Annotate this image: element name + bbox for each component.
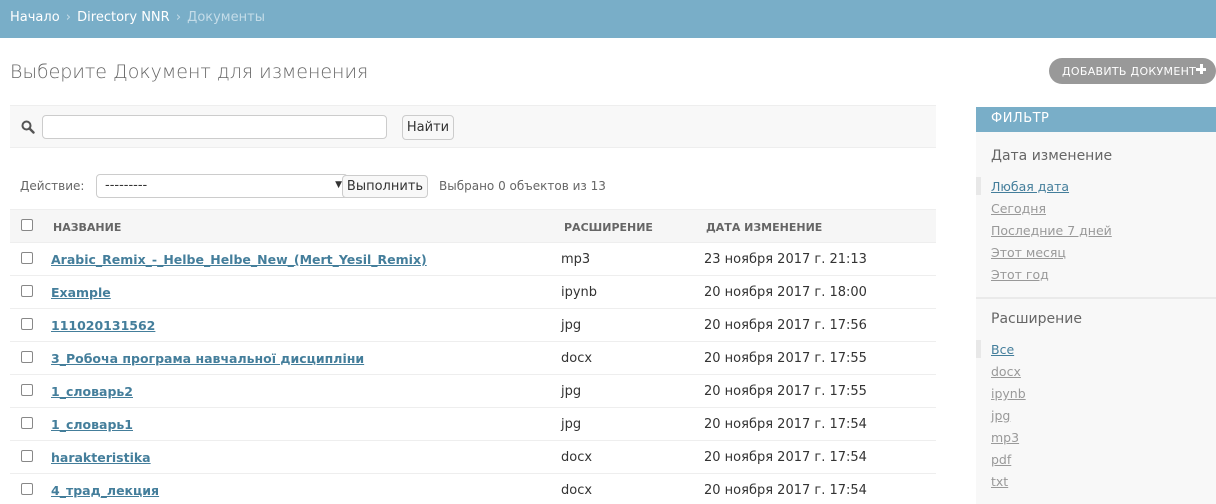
table-row: Example ipynb 20 ноября 2017 г. 18:00 [10, 276, 936, 309]
filter-ext-option[interactable]: jpg [991, 408, 1010, 423]
document-name-link[interactable]: 1_словарь2 [51, 384, 133, 399]
selection-counter: Выбрано 0 объектов из 13 [439, 179, 606, 193]
document-extension: docx [561, 351, 593, 366]
action-label: Действие: [20, 179, 85, 193]
breadcrumb-home-link[interactable]: Начало [10, 10, 60, 25]
document-name-link[interactable]: 3_Робоча програма навчальної дисципліни [51, 351, 364, 366]
filter-date-option[interactable]: Этот год [991, 267, 1049, 282]
document-name-link[interactable]: 111020131562 [51, 318, 155, 333]
run-action-button[interactable]: Выполнить [342, 175, 428, 198]
filter-ext-option[interactable]: ipynb [991, 386, 1026, 401]
search-icon [21, 120, 35, 134]
document-modified-date: 20 ноября 2017 г. 17:54 [704, 450, 867, 465]
table-row: 3_Робоча програма навчальної дисципліни d… [10, 342, 936, 375]
document-extension: mp3 [561, 252, 591, 267]
table-row: harakteristika docx 20 ноября 2017 г. 17:5… [10, 441, 936, 474]
filter-date-option[interactable]: Этот месяц [991, 245, 1066, 260]
table-row: Arabic_Remix_-_Helbe_Helbe_New_(Mert_Yes… [10, 243, 936, 276]
document-name-link[interactable]: 1_словарь1 [51, 417, 133, 432]
document-name-link[interactable]: harakteristika [51, 450, 151, 465]
column-header-name[interactable]: НАЗВАНИЕ [53, 221, 121, 234]
breadcrumb: Начало › Directory NNR › Документы [0, 0, 1216, 38]
document-modified-date: 20 ноября 2017 г. 17:54 [704, 417, 867, 432]
document-modified-date: 20 ноября 2017 г. 17:55 [704, 351, 867, 366]
row-checkbox[interactable] [21, 417, 33, 429]
filter-ext-option[interactable]: Все [991, 342, 1014, 357]
row-checkbox[interactable] [21, 384, 33, 396]
breadcrumb-separator: › [65, 10, 71, 25]
filter-title: ФИЛЬТР [976, 107, 1216, 132]
breadcrumb-current: Документы [187, 10, 265, 25]
document-modified-date: 23 ноября 2017 г. 21:13 [704, 252, 867, 267]
filter-divider [976, 297, 1216, 299]
select-all-checkbox[interactable] [21, 219, 33, 231]
row-checkbox[interactable] [21, 450, 33, 462]
filter-ext-option[interactable]: txt [991, 474, 1008, 489]
filter-selected-marker [976, 340, 981, 358]
filter-date-option[interactable]: Любая дата [991, 179, 1069, 194]
document-name-link[interactable]: Arabic_Remix_-_Helbe_Helbe_New_(Mert_Yes… [51, 252, 427, 267]
document-name-link[interactable]: 4_трад_лекция [51, 483, 159, 498]
filter-date-option[interactable]: Сегодня [991, 201, 1046, 216]
filter-selected-marker [976, 177, 981, 195]
action-select[interactable]: --------- ▼ [96, 174, 348, 198]
filter-date-title: Дата изменение [991, 148, 1113, 164]
breadcrumb-separator: › [175, 10, 182, 25]
search-button[interactable]: Найти [402, 115, 454, 140]
table-row: 1_словарь1 jpg 20 ноября 2017 г. 17:54 [10, 408, 936, 441]
document-modified-date: 20 ноября 2017 г. 17:54 [704, 483, 867, 498]
document-extension: ipynb [561, 285, 598, 300]
action-select-value: --------- [105, 178, 148, 193]
row-checkbox[interactable] [21, 351, 33, 363]
filter-ext-option[interactable]: docx [991, 364, 1021, 379]
filter-ext-option[interactable]: mp3 [991, 430, 1019, 445]
document-extension: jpg [561, 417, 582, 432]
results-table: НАЗВАНИЕ РАСШИРЕНИЕ ДАТА ИЗМЕНЕНИЕ Arabi… [10, 209, 936, 504]
document-name-link[interactable]: Example [51, 285, 111, 300]
add-document-button[interactable]: ДОБАВИТЬ ДОКУМЕНТ [1049, 58, 1216, 84]
column-header-ext[interactable]: РАСШИРЕНИЕ [564, 221, 653, 234]
search-input[interactable] [42, 115, 387, 139]
row-checkbox[interactable] [21, 318, 33, 330]
table-row: 4_трад_лекция docx 20 ноября 2017 г. 17:54 [10, 474, 936, 504]
actions-bar: Действие: --------- ▼ Выполнить Выбрано … [10, 164, 936, 208]
table-row: 1_словарь2 jpg 20 ноября 2017 г. 17:55 [10, 375, 936, 408]
document-modified-date: 20 ноября 2017 г. 18:00 [704, 285, 867, 300]
document-extension: docx [561, 450, 593, 465]
document-extension: jpg [561, 318, 582, 333]
row-checkbox[interactable] [21, 285, 33, 297]
document-modified-date: 20 ноября 2017 г. 17:55 [704, 384, 867, 399]
filter-date-option[interactable]: Последние 7 дней [991, 223, 1112, 238]
search-toolbar: Найти [10, 105, 936, 148]
column-header-date[interactable]: ДАТА ИЗМЕНЕНИЕ [706, 221, 822, 234]
dropdown-arrow-icon: ▼ [335, 180, 342, 190]
page-title: Выберите Документ для изменения [10, 61, 369, 83]
plus-icon [1194, 62, 1208, 76]
row-checkbox[interactable] [21, 483, 33, 495]
table-header: НАЗВАНИЕ РАСШИРЕНИЕ ДАТА ИЗМЕНЕНИЕ [10, 209, 936, 243]
filter-ext-option[interactable]: pdf [991, 452, 1011, 467]
filter-ext-title: Расширение [991, 311, 1082, 327]
filter-sidebar: ФИЛЬТР Дата изменение Любая дата Сегодня П… [976, 107, 1216, 504]
document-extension: docx [561, 483, 593, 498]
add-document-label: ДОБАВИТЬ ДОКУМЕНТ [1062, 65, 1197, 78]
row-checkbox[interactable] [21, 252, 33, 264]
document-extension: jpg [561, 384, 582, 399]
table-row: 111020131562 jpg 20 ноября 2017 г. 17:56 [10, 309, 936, 342]
breadcrumb-app-link[interactable]: Directory NNR [77, 10, 170, 25]
document-modified-date: 20 ноября 2017 г. 17:56 [704, 318, 867, 333]
